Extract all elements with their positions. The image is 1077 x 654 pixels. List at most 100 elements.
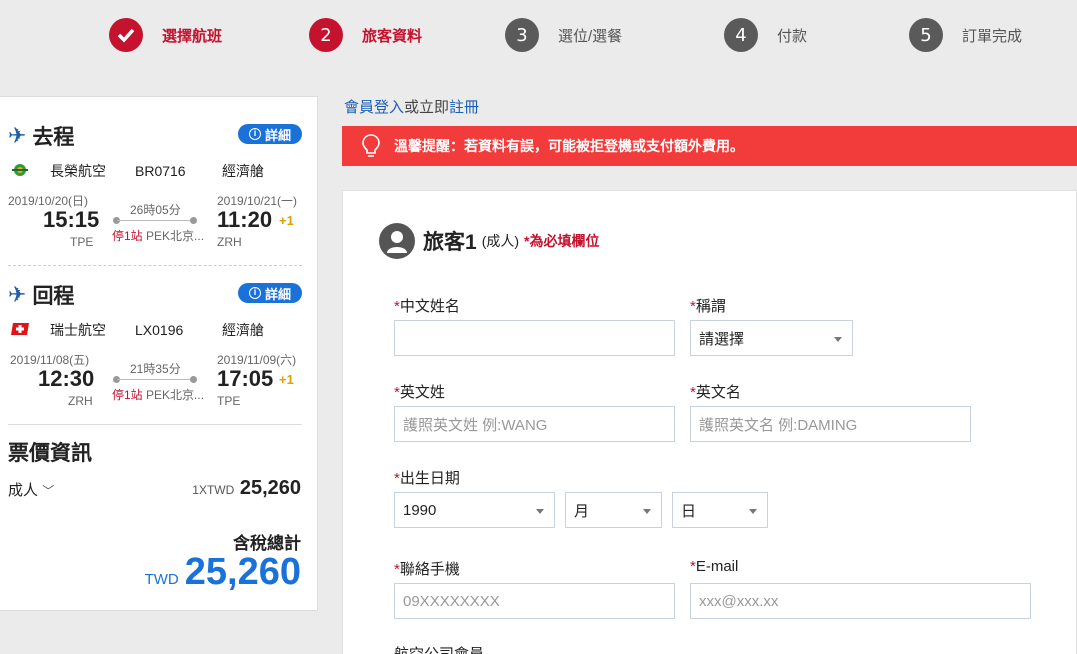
avatar [379, 223, 415, 259]
step-label: 選位/選餐 [558, 27, 623, 45]
airline-name: 長榮航空 [50, 163, 106, 179]
airline-member-label: 航空公司會員 [394, 643, 484, 654]
passenger-type: 成人 [8, 482, 39, 499]
register-link[interactable]: 註冊 [449, 99, 479, 116]
passenger-header: 旅客1 (成人) *為必填欄位 [379, 223, 599, 259]
airplane-icon: ✈ [8, 123, 27, 148]
dob-year-select[interactable]: 1990 [394, 492, 555, 528]
duration: 26時05分 [130, 203, 181, 217]
select-value: 月 [574, 502, 590, 520]
chevron-down-icon: ﹀ [42, 484, 55, 498]
flight-number: BR0716 [135, 163, 186, 179]
login-or-text: 或立即 [404, 99, 450, 116]
select-value: 1990 [403, 501, 437, 519]
caret-down-icon [643, 509, 651, 514]
progress-stepper: 選擇航班 2 旅客資料 3 選位/選餐 4 付款 5 訂單完成 [0, 0, 1077, 70]
route-dot [190, 376, 197, 383]
eva-air-logo-icon [12, 164, 28, 176]
caret-down-icon [749, 509, 757, 514]
passenger-title: 旅客1 [423, 231, 477, 254]
label-text: E-mail [695, 558, 739, 575]
next-day-indicator: +1 [279, 213, 294, 228]
select-value: 請選擇 [699, 330, 745, 348]
stopover-info: 停1站 PEK北京... [112, 227, 204, 244]
arrival-airport: TPE [217, 394, 241, 408]
total-price: TWD 25,260 [145, 551, 301, 594]
total-amount: 25,260 [184, 551, 301, 593]
email-field[interactable]: xxx@xxx.xx [690, 583, 1031, 619]
user-icon [387, 231, 407, 253]
lightbulb-icon [362, 134, 380, 157]
label-text: 英文姓 [399, 384, 445, 401]
route-dot [190, 217, 197, 224]
fare-currency: 1XTWD [192, 483, 235, 497]
info-icon: i [248, 128, 261, 140]
cabin-class: 經濟艙 [222, 322, 264, 338]
passenger-type: (成人) [481, 233, 520, 249]
mobile-label: *聯絡手機 [394, 558, 460, 579]
mobile-field[interactable]: 09XXXXXXXX [394, 583, 675, 619]
route-line [117, 379, 193, 380]
passenger-type-toggle[interactable]: 成人 ﹀ [8, 479, 54, 500]
login-prompt: 會員登入或立即註冊 [344, 96, 479, 117]
label-text: 英文名 [695, 384, 741, 401]
stop-city: PEK北京... [146, 388, 205, 402]
departure-airport: TPE [70, 235, 94, 249]
english-given-name-field[interactable]: 護照英文名 例:DAMING [690, 406, 971, 442]
arrival-time: 11:20 [217, 207, 273, 232]
step-label: 選擇航班 [162, 27, 223, 45]
cabin-class: 經濟艙 [222, 163, 264, 179]
step-number: 5 [909, 18, 943, 52]
flight-number: LX0196 [135, 322, 184, 338]
stop-count: 停1站 [112, 388, 143, 402]
fare-info-title: 票價資訊 [8, 442, 92, 465]
title-select[interactable]: 請選擇 [690, 320, 853, 356]
outbound-detail-button[interactable]: i 詳細 [238, 124, 302, 144]
english-surname-field[interactable]: 護照英文姓 例:WANG [394, 406, 675, 442]
surname-label: *英文姓 [394, 381, 445, 402]
stop-city: PEK北京... [146, 229, 205, 243]
given-name-label: *英文名 [690, 381, 741, 402]
airplane-icon: ✈ [8, 282, 27, 307]
swiss-logo-icon [11, 323, 29, 335]
departure-time: 12:30 [38, 366, 95, 391]
departure-airport: ZRH [68, 394, 93, 408]
next-day-indicator: +1 [279, 372, 294, 387]
step-number: 2 [309, 18, 343, 52]
per-passenger-fare: 1XTWD 25,260 [192, 477, 301, 500]
dob-day-select[interactable]: 日 [672, 492, 768, 528]
title-label: *稱謂 [690, 295, 726, 316]
detail-label: 詳細 [264, 127, 291, 143]
label-text: 聯絡手機 [399, 561, 460, 578]
airline-row: 長榮航空 BR0716 經濟艙 [10, 162, 310, 180]
chinese-name-label: *中文姓名 [394, 295, 460, 316]
airline-name: 瑞士航空 [50, 322, 106, 338]
airline-row: 瑞士航空 LX0196 經濟艙 [10, 321, 310, 339]
step-order-complete: 5 訂單完成 [909, 18, 1022, 52]
warning-text: 溫馨提醒：若資料有誤，可能被拒登機或支付額外費用。 [394, 138, 744, 154]
dob-month-select[interactable]: 月 [565, 492, 662, 528]
step-label: 訂單完成 [962, 27, 1023, 45]
detail-label: 詳細 [264, 286, 291, 302]
itinerary-summary: ✈ 去程 i 詳細 長榮航空 BR0716 經濟艙 2019/10/20(日) … [0, 96, 318, 611]
inbound-detail-button[interactable]: i 詳細 [238, 283, 302, 303]
label-text: 出生日期 [399, 470, 460, 487]
step-label: 付款 [777, 27, 808, 45]
label-text: 稱謂 [695, 298, 726, 315]
stop-count: 停1站 [112, 229, 143, 243]
route-line [117, 220, 193, 221]
caret-down-icon [536, 509, 544, 514]
step-seat-meal: 3 選位/選餐 [505, 18, 622, 52]
leg-header: ✈ 回程 [8, 280, 74, 310]
label-text: 中文姓名 [399, 298, 460, 315]
arrival-airport: ZRH [217, 235, 242, 249]
departure-time: 15:15 [43, 207, 100, 232]
check-icon [109, 18, 143, 52]
info-icon: i [248, 287, 261, 299]
caret-down-icon [834, 337, 842, 342]
passenger-form: 旅客1 (成人) *為必填欄位 *中文姓名 *稱謂 請選擇 *英文姓 護照英文姓… [342, 190, 1077, 654]
leg-title: 回程 [32, 285, 75, 308]
chinese-name-field[interactable] [394, 320, 675, 356]
duration: 21時35分 [130, 362, 181, 376]
member-login-link[interactable]: 會員登入 [344, 99, 404, 116]
